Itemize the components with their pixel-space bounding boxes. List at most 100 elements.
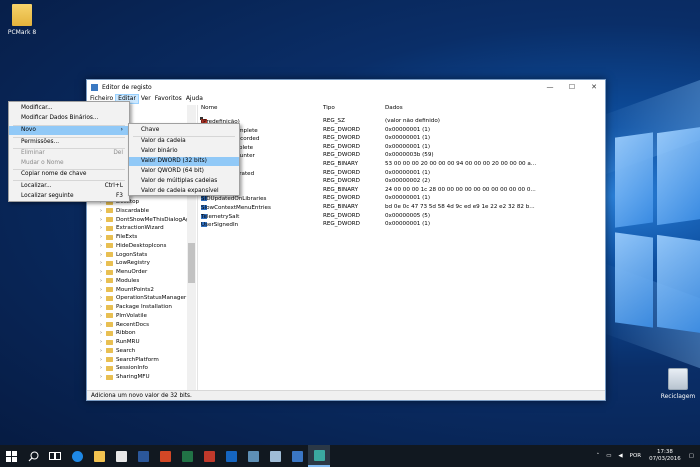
folder-icon	[106, 304, 113, 310]
tree-item-label: RunMRU	[116, 339, 140, 345]
search-button[interactable]	[22, 445, 44, 467]
tree-item[interactable]: › OperationStatusManager	[100, 294, 186, 302]
menu-item-find-next[interactable]: Localizar seguinte F3	[9, 192, 129, 201]
taskbar-app[interactable]	[198, 445, 220, 467]
minimize-button[interactable]: —	[539, 83, 561, 91]
value-row[interactable]: tartupTraceRecordedREG_DWORD0x00000001 (…	[199, 134, 599, 142]
submenu-item-binary-value[interactable]: Valor binário	[129, 147, 239, 156]
tree-item[interactable]: › SessionInfo	[100, 364, 148, 372]
tree-item[interactable]: › SharingMFU	[100, 373, 150, 381]
taskbar-app4[interactable]	[286, 445, 308, 467]
submenu-item-key[interactable]: Chave	[129, 126, 239, 135]
folder-icon	[106, 365, 113, 371]
value-row[interactable]: nessLogonCompleteREG_DWORD0x00000001 (1)	[199, 126, 599, 134]
tree-item[interactable]: › LowRegistry	[100, 259, 150, 267]
title-bar[interactable]: Editor de registo — ☐ ✕	[87, 80, 605, 94]
taskbar-powerpoint[interactable]	[154, 445, 176, 467]
value-row[interactable]: ptIndexREG_DWORD0x00000002 (2)	[199, 177, 599, 185]
tree-item[interactable]: › Modules	[100, 277, 139, 285]
tree-item[interactable]: › LogonStats	[100, 251, 147, 259]
new-submenu: Chave Valor da cadeia Valor binário Valo…	[128, 123, 240, 196]
submenu-item-qword-value[interactable]: Valor QWORD (64 bit)	[129, 167, 239, 176]
taskbar-store[interactable]	[110, 445, 132, 467]
submenu-item-dword-value[interactable]: Valor DWORD (32 bits)	[129, 157, 239, 166]
tree-item-label: Discardable	[116, 207, 150, 214]
column-header-name[interactable]: Nome	[201, 105, 218, 114]
menu-item-modify-binary[interactable]: Modificar Dados Binários...	[9, 114, 129, 123]
value-data: (valor não definido)	[385, 118, 440, 124]
volume-icon[interactable]: ◀	[618, 453, 622, 459]
tree-item[interactable]: › ExtractionWizard	[100, 224, 164, 232]
menu-favorites[interactable]: Favoritos	[153, 94, 184, 104]
tree-item[interactable]: › Discardable	[100, 207, 149, 215]
tree-item-label: Ribbon	[116, 330, 136, 337]
notifications-icon[interactable]: ▢	[689, 453, 694, 459]
taskbar-regedit[interactable]	[308, 445, 330, 467]
tree-item-label: Package Installation	[116, 304, 172, 310]
folder-icon	[106, 252, 113, 257]
menu-item-copy-key-name[interactable]: Copiar nome de chave	[9, 170, 129, 179]
submenu-item-multi-string-value[interactable]: Valor de múltiplas cadeias	[129, 177, 239, 186]
tree-item[interactable]: › DontShowMeThisDialogAg	[100, 216, 189, 224]
task-view-button[interactable]	[44, 445, 66, 467]
network-icon[interactable]: ▭	[606, 453, 611, 459]
taskbar-app3[interactable]	[264, 445, 286, 467]
scrollbar-thumb[interactable]	[188, 243, 195, 283]
taskbar-explorer[interactable]	[88, 445, 110, 467]
column-header-data[interactable]: Dados	[385, 105, 403, 114]
powerpoint-icon	[159, 450, 171, 462]
tree-item[interactable]: › RecentDocs	[100, 321, 149, 329]
column-header-type[interactable]: Tipo	[323, 105, 335, 114]
value-row[interactable]: TelemetrySalt REG_DWORD 0x00000005 (5)	[199, 212, 599, 220]
value-row[interactable]: SizeREG_BINARY53 00 00 00 20 00 00 00 94…	[199, 160, 599, 168]
maximize-button[interactable]: ☐	[561, 83, 583, 91]
chevron-up-icon[interactable]: ˄	[596, 453, 599, 459]
language-indicator[interactable]: POR	[630, 453, 641, 459]
tree-item[interactable]: › PlmVolatile	[100, 312, 147, 320]
clock[interactable]: 17:38 07/03/2016	[649, 449, 681, 463]
tree-item[interactable]: › MountPoints2	[100, 286, 154, 294]
value-row[interactable]: ocChangedCounterREG_DWORD0x0000003b (59)	[199, 151, 599, 159]
taskbar-edge[interactable]	[66, 445, 88, 467]
tree-item[interactable]: › FileExts	[100, 233, 137, 241]
taskbar-excel[interactable]	[176, 445, 198, 467]
values-list[interactable]: Nome Tipo Dados (Predefinição) REG_SZ (val…	[199, 105, 605, 392]
menu-item-rename[interactable]: Mudar o Nome	[9, 159, 129, 168]
menu-item-find[interactable]: Localizar... Ctrl+L	[9, 182, 129, 191]
tree-item[interactable]: › RunMRU	[100, 338, 140, 346]
menu-item-modify[interactable]: Modificar...	[9, 104, 129, 113]
tree-item[interactable]: › Package Installation	[100, 303, 172, 311]
tree-item[interactable]: › Search	[100, 347, 135, 355]
tree-item[interactable]: › MenuOrder	[100, 268, 147, 276]
menu-item-permissions[interactable]: Permissões...	[9, 138, 129, 147]
desktop-icon-pcmark[interactable]: PCMark 8	[0, 4, 44, 36]
tree-item-label: RecentDocs	[116, 321, 150, 328]
edit-menu: Modificar... Modificar Dados Binários...…	[8, 101, 130, 202]
value-row[interactable]: UserSignedIn REG_DWORD 0x00000001 (1)	[199, 220, 599, 228]
taskbar-word[interactable]	[132, 445, 154, 467]
folder-icon	[106, 225, 113, 231]
tree-item[interactable]: › Ribbon	[100, 329, 136, 337]
tree-item[interactable]: › HideDesktopIcons	[100, 242, 166, 250]
value-row[interactable]: (Predefinição) REG_SZ (valor não definido)	[199, 117, 599, 125]
menu-help[interactable]: Ajuda	[184, 94, 205, 104]
regedit-app-icon	[91, 83, 98, 91]
tree-item-label: PlmVolatile	[116, 312, 147, 319]
close-button[interactable]: ✕	[583, 83, 605, 91]
menu-item-new[interactable]: Novo ›	[9, 126, 129, 135]
start-button[interactable]	[0, 445, 22, 467]
value-row[interactable]: SIDUpdatedOnLibraries REG_DWORD 0x00000001…	[199, 194, 599, 202]
value-row[interactable]: eREG_BINARY24 00 00 00 1c 28 00 00 00 00…	[199, 186, 599, 194]
desktop-icon-recycle-bin[interactable]: Reciclagem	[656, 368, 700, 400]
taskbar-app2[interactable]	[242, 445, 264, 467]
value-row[interactable]: wnFoldersMigratedREG_DWORD0x00000001 (1)	[199, 169, 599, 177]
submenu-item-string-value[interactable]: Valor da cadeia	[129, 137, 239, 146]
value-row[interactable]: SlowContextMenuEntries REG_BINARY bd 0e 0c…	[199, 203, 599, 211]
taskbar-settings[interactable]	[220, 445, 242, 467]
menu-item-delete[interactable]: Eliminar Del	[9, 149, 129, 158]
folder-icon	[12, 4, 32, 26]
submenu-item-expandable-string-value[interactable]: Valor de cadeia expansível	[129, 187, 239, 196]
tree-item[interactable]: › SearchPlatform	[100, 356, 159, 364]
value-row[interactable]: elemetryCompleteREG_DWORD0x00000001 (1)	[199, 143, 599, 151]
menu-view[interactable]: Ver	[139, 94, 153, 104]
